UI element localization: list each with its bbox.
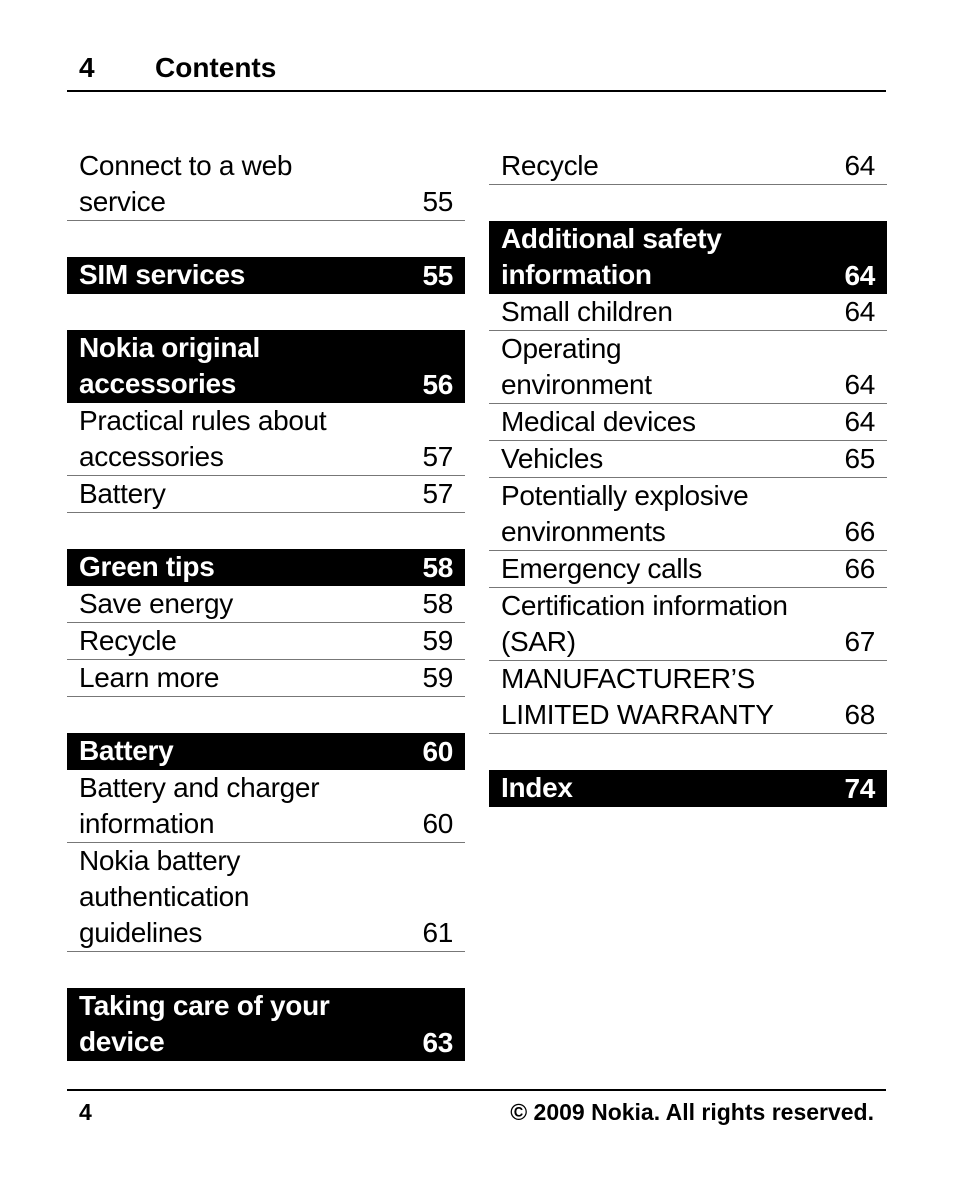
toc-entry-title-line: Connect to a web	[79, 150, 293, 181]
toc-page-number: 55	[422, 186, 453, 217]
toc-section-heading[interactable]: Taking care of your device 63	[67, 988, 465, 1061]
toc-entry-title-line: Small children	[501, 296, 673, 327]
toc-page-number: 66	[844, 516, 875, 547]
toc-entry[interactable]: Operating environment 64	[489, 331, 887, 404]
toc-page-number: 68	[844, 699, 875, 730]
toc-entry-title-line: Recycle	[501, 150, 599, 181]
toc-entry-title-line: Certification information	[501, 590, 788, 621]
toc-entry-title-line: Battery	[79, 478, 166, 509]
footer-page-number: 4	[79, 1099, 92, 1125]
toc-page-number: 67	[844, 626, 875, 657]
toc-page-number: 57	[422, 478, 453, 509]
toc-entry-title-line: Emergency calls	[501, 553, 702, 584]
toc-entry-title-line: LIMITED WARRANTY	[501, 699, 774, 730]
toc-entry[interactable]: Nokia battery authentication guidelines 61	[67, 843, 465, 952]
toc-entry[interactable]: Recycle 59	[67, 623, 465, 660]
toc-entry[interactable]: Recycle 64	[489, 148, 887, 185]
toc-entry[interactable]: Medical devices 64	[489, 404, 887, 441]
toc-page-number: 59	[422, 625, 453, 656]
toc-entry-title-line: guidelines	[79, 917, 203, 948]
toc-entry[interactable]: Save energy 58	[67, 586, 465, 623]
toc-entry-title-line: Practical rules about	[79, 405, 327, 436]
toc-entry-title-line: accessories	[79, 441, 224, 472]
toc-entry-title-line: Battery	[79, 735, 174, 766]
toc-entry[interactable]: Emergency calls 66	[489, 551, 887, 588]
toc-entry-title-line: MANUFACTURER’S	[501, 663, 756, 694]
toc-entry[interactable]: Vehicles 65	[489, 441, 887, 478]
toc-page-number: 66	[844, 553, 875, 584]
toc-entry[interactable]: Connect to a web service 55	[67, 148, 465, 221]
toc-page-number: 74	[844, 773, 875, 804]
toc-page-number: 65	[844, 443, 875, 474]
toc-page-number: 64	[844, 260, 875, 291]
toc-column-left: Connect to a web service 55 SIM services 55 N…	[67, 148, 465, 1061]
toc-entry-title-line: Vehicles	[501, 443, 603, 474]
page-header: 4 Contents	[67, 50, 886, 92]
toc-section-heading[interactable]: Additional safety information 64	[489, 221, 887, 294]
toc-entry-title-line: service	[79, 186, 166, 217]
toc-entry-title-line: device	[79, 1026, 165, 1057]
toc-entry-title-line: Nokia original	[79, 332, 260, 363]
toc-entry-title-line: Index	[501, 772, 573, 803]
toc-entry[interactable]: Learn more 59	[67, 660, 465, 697]
toc-entry-title-line: information	[501, 259, 652, 290]
toc-page-number: 55	[422, 260, 453, 291]
toc-page-number: 64	[844, 150, 875, 181]
toc-entry[interactable]: Potentially explosive environments 66	[489, 478, 887, 551]
toc-page-number: 60	[422, 736, 453, 767]
toc-entry-title-line: authentication	[79, 881, 250, 912]
toc-page-number: 64	[844, 296, 875, 327]
toc-entry[interactable]: MANUFACTURER’S LIMITED WARRANTY 68	[489, 661, 887, 734]
toc-entry-title-line: Nokia battery	[79, 845, 241, 876]
toc-entry[interactable]: Certification information (SAR) 67	[489, 588, 887, 661]
toc-page-number: 59	[422, 662, 453, 693]
header-page-number: 4	[79, 52, 95, 83]
copyright-notice: © 2009 Nokia. All rights reserved.	[510, 1099, 874, 1125]
toc-page-number: 57	[422, 441, 453, 472]
toc-entry-title-line: Save energy	[79, 588, 233, 619]
toc-entry-title-line: Learn more	[79, 662, 220, 693]
toc-entry-title-line: Medical devices	[501, 406, 696, 437]
toc-entry-title-line: Green tips	[79, 551, 215, 582]
page-footer: 4 © 2009 Nokia. All rights reserved.	[67, 1089, 886, 1125]
toc-entry-title-line: Operating	[501, 333, 622, 364]
toc-entry-title-line: Additional safety	[501, 223, 722, 254]
toc-entry-title-line: environment	[501, 369, 652, 400]
toc-entry-title-line: Battery and charger	[79, 772, 320, 803]
toc-section-heading[interactable]: Index 74	[489, 770, 887, 807]
toc-page-number: 63	[422, 1027, 453, 1058]
toc-column-right: Recycle 64 Additional safety information 64 S…	[489, 148, 887, 807]
page-title: Contents	[155, 52, 277, 83]
toc-page-number: 60	[422, 808, 453, 839]
toc-entry[interactable]: Small children 64	[489, 294, 887, 331]
toc-page-number: 64	[844, 406, 875, 437]
toc-page-number: 61	[422, 917, 453, 948]
toc-entry[interactable]: Battery and charger information 60	[67, 770, 465, 843]
toc-entry[interactable]: Practical rules about accessories 57	[67, 403, 465, 476]
toc-page-number: 64	[844, 369, 875, 400]
toc-section-heading[interactable]: Battery 60	[67, 733, 465, 770]
toc-page-number: 56	[422, 369, 453, 400]
toc-entry-title-line: accessories	[79, 368, 237, 399]
toc-entry-title-line: Recycle	[79, 625, 177, 656]
toc-entry-title-line: Potentially explosive	[501, 480, 749, 511]
toc-page-number: 58	[422, 552, 453, 583]
toc-entry-title-line: (SAR)	[501, 626, 576, 657]
toc-page-number: 58	[422, 588, 453, 619]
toc-section-heading[interactable]: SIM services 55	[67, 257, 465, 294]
toc-entry-title-line: information	[79, 808, 215, 839]
toc-section-heading[interactable]: Green tips 58	[67, 549, 465, 586]
toc-section-heading[interactable]: Nokia original accessories 56	[67, 330, 465, 403]
toc-entry-title-line: Taking care of your	[79, 990, 330, 1021]
toc-entry-title-line: environments	[501, 516, 666, 547]
toc-entry[interactable]: Battery 57	[67, 476, 465, 513]
toc-entry-title-line: SIM services	[79, 259, 246, 290]
